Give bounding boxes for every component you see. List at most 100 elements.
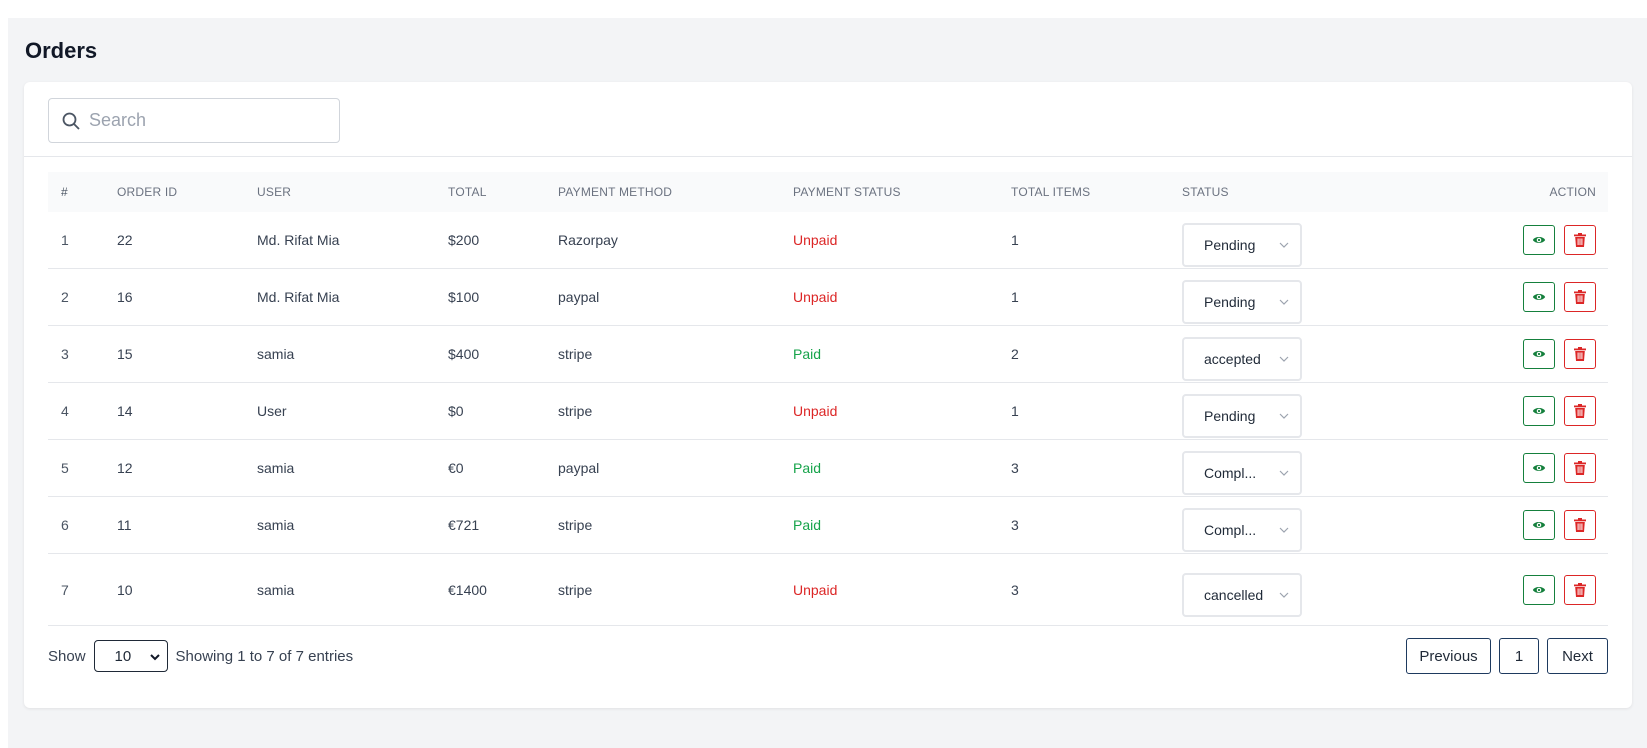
cell-payment-method: stripe bbox=[558, 517, 593, 533]
trash-icon bbox=[1574, 461, 1586, 475]
table-row: 5 12 samia €0 paypal Paid 3 Compl... bbox=[48, 440, 1608, 497]
cell-order-id: 12 bbox=[117, 460, 133, 476]
chevron-down-icon bbox=[1279, 592, 1289, 598]
show-label: Show bbox=[48, 647, 86, 665]
status-select[interactable]: accepted bbox=[1182, 337, 1302, 381]
page-1-button[interactable]: 1 bbox=[1499, 638, 1539, 674]
cell-order-id: 16 bbox=[117, 289, 133, 305]
table-row: 4 14 User $0 stripe Unpaid 1 Pending bbox=[48, 383, 1608, 440]
status-select[interactable]: Pending bbox=[1182, 394, 1302, 438]
delete-order-button[interactable] bbox=[1564, 453, 1596, 483]
cell-payment-method: paypal bbox=[558, 460, 600, 476]
cell-index: 3 bbox=[61, 346, 69, 362]
table-row: 6 11 samia €721 stripe Paid 3 Compl... bbox=[48, 497, 1608, 554]
cell-payment-method: paypal bbox=[558, 289, 600, 305]
header-status: Status bbox=[1182, 185, 1229, 199]
search-box[interactable] bbox=[48, 98, 340, 143]
cell-payment-method: stripe bbox=[558, 581, 593, 598]
view-order-button[interactable] bbox=[1523, 510, 1555, 540]
header-payment-status: Payment Status bbox=[793, 185, 901, 199]
cell-payment-status: Unpaid bbox=[793, 232, 838, 248]
cell-index: 7 bbox=[61, 581, 69, 598]
cell-actions bbox=[1382, 574, 1608, 605]
status-select[interactable]: Pending bbox=[1182, 223, 1302, 267]
chevron-down-icon bbox=[1279, 527, 1289, 533]
delete-order-button[interactable] bbox=[1564, 574, 1596, 605]
status-value: Pending bbox=[1204, 294, 1256, 310]
view-order-button[interactable] bbox=[1523, 396, 1555, 426]
cell-status: accepted bbox=[1182, 327, 1382, 381]
view-order-button[interactable] bbox=[1523, 282, 1555, 312]
delete-order-button[interactable] bbox=[1564, 225, 1596, 255]
status-value: Pending bbox=[1204, 237, 1256, 253]
view-order-button[interactable] bbox=[1523, 453, 1555, 483]
cell-total-items: 2 bbox=[1011, 346, 1019, 362]
delete-order-button[interactable] bbox=[1564, 396, 1596, 426]
eye-icon bbox=[1532, 408, 1546, 414]
cell-status: Pending bbox=[1182, 213, 1382, 267]
status-select[interactable]: Pending bbox=[1182, 280, 1302, 324]
status-select[interactable]: Compl... bbox=[1182, 508, 1302, 552]
table-row: 1 22 Md. Rifat Mia $200 Razorpay Unpaid 1 Pendi… bbox=[48, 212, 1608, 269]
page-size-value: 10 bbox=[114, 647, 132, 665]
cell-status: Pending bbox=[1182, 270, 1382, 324]
trash-icon bbox=[1574, 582, 1586, 597]
cell-payment-status: Paid bbox=[793, 460, 822, 476]
view-order-button[interactable] bbox=[1523, 574, 1555, 605]
next-button[interactable]: Next bbox=[1547, 638, 1608, 674]
delete-order-button[interactable] bbox=[1564, 510, 1596, 540]
status-value: Compl... bbox=[1204, 465, 1257, 481]
cell-total: €1400 bbox=[448, 581, 487, 598]
cell-status: Compl... bbox=[1182, 498, 1382, 552]
status-value: Pending bbox=[1204, 408, 1256, 424]
delete-order-button[interactable] bbox=[1564, 339, 1596, 369]
cell-actions bbox=[1382, 453, 1608, 483]
chevron-down-icon bbox=[1279, 470, 1289, 476]
cell-total-items: 3 bbox=[1011, 517, 1019, 533]
cell-payment-status: Unpaid bbox=[793, 403, 838, 419]
cell-total: €0 bbox=[448, 460, 464, 476]
cell-total-items: 1 bbox=[1011, 232, 1019, 248]
trash-icon bbox=[1574, 347, 1586, 361]
entries-info: Showing 1 to 7 of 7 entries bbox=[175, 647, 354, 665]
view-order-button[interactable] bbox=[1523, 225, 1555, 255]
cell-payment-method: stripe bbox=[558, 403, 593, 419]
cell-status: Compl... bbox=[1182, 441, 1382, 495]
header-total: Total bbox=[448, 185, 487, 199]
cell-payment-method: Razorpay bbox=[558, 232, 618, 248]
eye-icon bbox=[1532, 465, 1546, 471]
chevron-down-icon bbox=[1279, 356, 1289, 362]
cell-index: 4 bbox=[61, 403, 69, 419]
cell-total-items: 3 bbox=[1011, 460, 1019, 476]
search-input[interactable] bbox=[89, 110, 329, 131]
cell-user: samia bbox=[257, 460, 295, 476]
chevron-down-icon bbox=[149, 654, 160, 661]
cell-index: 2 bbox=[61, 289, 69, 305]
cell-actions bbox=[1382, 396, 1608, 426]
view-order-button[interactable] bbox=[1523, 339, 1555, 369]
trash-icon bbox=[1574, 404, 1586, 418]
trash-icon bbox=[1574, 233, 1586, 247]
status-value: cancelled bbox=[1204, 586, 1264, 603]
status-value: Compl... bbox=[1204, 522, 1257, 538]
delete-order-button[interactable] bbox=[1564, 282, 1596, 312]
cell-total: €721 bbox=[448, 517, 480, 533]
cell-actions bbox=[1382, 339, 1608, 369]
cell-total-items: 1 bbox=[1011, 403, 1019, 419]
chevron-down-icon bbox=[1279, 299, 1289, 305]
header-payment-method: Payment Method bbox=[558, 185, 673, 199]
cell-order-id: 15 bbox=[117, 346, 133, 362]
page-size-select[interactable]: 10 bbox=[93, 640, 168, 672]
cell-payment-method: stripe bbox=[558, 346, 593, 362]
cell-payment-status: Paid bbox=[793, 517, 822, 533]
cell-user: samia bbox=[257, 346, 295, 362]
previous-button[interactable]: Previous bbox=[1406, 638, 1491, 674]
table-header: # Order ID User Total Payment Method Pay… bbox=[48, 172, 1608, 212]
cell-order-id: 22 bbox=[117, 232, 133, 248]
table-body: 1 22 Md. Rifat Mia $200 Razorpay Unpaid 1 Pendi… bbox=[48, 212, 1608, 626]
status-value: accepted bbox=[1204, 351, 1261, 367]
status-select[interactable]: cancelled bbox=[1182, 572, 1302, 617]
header-index: # bbox=[61, 185, 68, 199]
header-action: Action bbox=[1549, 185, 1596, 199]
status-select[interactable]: Compl... bbox=[1182, 451, 1302, 495]
